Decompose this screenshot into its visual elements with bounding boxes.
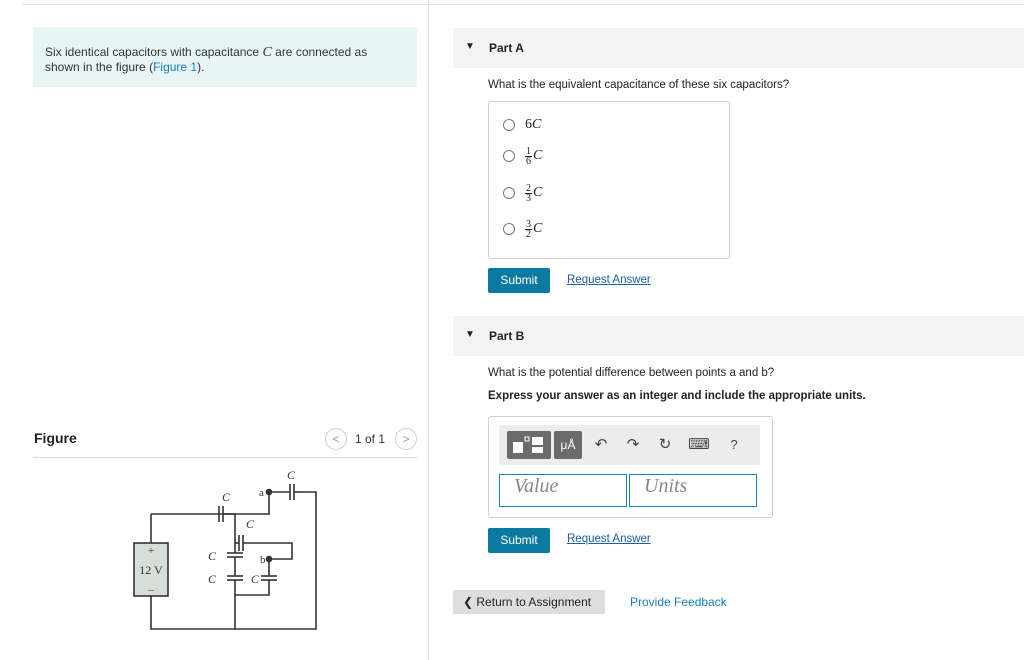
capacitance-symbol: C xyxy=(262,45,272,60)
undo-icon[interactable]: ↶ xyxy=(589,431,613,459)
fraction-numerator: 1 xyxy=(525,145,532,157)
math-toolbar: μÅ ↶ ↷ ↻ ⌨ ? xyxy=(499,425,760,465)
value-placeholder: Value xyxy=(514,475,559,497)
redo-icon[interactable]: ↷ xyxy=(621,431,645,459)
choice-math: 32C xyxy=(525,218,543,240)
collapse-triangle-icon[interactable]: ▼ xyxy=(465,329,475,340)
choice-var: C xyxy=(533,221,543,236)
cap-label-1: C xyxy=(222,490,231,504)
choice-math: 16C xyxy=(525,145,543,167)
part-a-question: What is the equivalent capacitance of th… xyxy=(488,79,790,91)
fraction-numerator: 3 xyxy=(525,218,532,230)
value-input[interactable]: Value xyxy=(499,474,627,507)
cap-label-6: C xyxy=(251,572,260,586)
part-b-header[interactable]: ▼ Part B xyxy=(453,316,1024,356)
cap-label-3: C xyxy=(246,517,255,531)
choice-var: C xyxy=(533,185,543,200)
reset-icon[interactable]: ↻ xyxy=(653,431,677,459)
choice-6c[interactable]: 6C xyxy=(503,114,541,136)
answer-panel: μÅ ↶ ↷ ↻ ⌨ ? Value Units xyxy=(488,416,773,518)
fraction-numerator: 2 xyxy=(525,182,532,194)
battery-label: 12 V xyxy=(139,563,163,577)
units-placeholder: Units xyxy=(644,475,688,497)
radio-button[interactable] xyxy=(503,150,515,162)
part-b-request-answer-link[interactable]: Request Answer xyxy=(567,533,651,545)
cap-label-2: C xyxy=(287,468,296,482)
battery-minus: – xyxy=(147,584,154,596)
cap-label-4: C xyxy=(208,549,217,563)
answer-choices: 6C 16C 23C 32C xyxy=(488,101,730,259)
cap-label-5: C xyxy=(208,572,217,586)
choice-var: C xyxy=(533,148,543,163)
templates-icon xyxy=(513,436,543,453)
keyboard-icon[interactable]: ⌨ xyxy=(687,431,711,459)
top-divider xyxy=(22,4,1024,5)
part-b-title: Part B xyxy=(489,329,525,343)
fraction-denominator: 6 xyxy=(526,155,531,167)
choice-math: 6C xyxy=(525,117,541,133)
fraction-denominator: 2 xyxy=(526,228,531,240)
choice-var: C xyxy=(532,117,542,132)
problem-text-before: Six identical capacitors with capacitanc… xyxy=(45,45,260,59)
collapse-triangle-icon[interactable]: ▼ xyxy=(465,41,475,52)
prev-figure-button[interactable]: < xyxy=(325,428,347,450)
problem-statement: Six identical capacitors with capacitanc… xyxy=(33,27,417,87)
part-a-title: Part A xyxy=(489,41,524,55)
return-to-assignment-button[interactable]: ❮ Return to Assignment xyxy=(453,590,605,614)
next-figure-button[interactable]: > xyxy=(395,428,417,450)
battery-plus: + xyxy=(148,545,154,557)
choice-two-thirds-c[interactable]: 23C xyxy=(503,182,542,204)
part-b-question: What is the potential difference between… xyxy=(488,367,775,379)
choice-math: 23C xyxy=(525,182,543,204)
node-a-label: a xyxy=(259,487,264,499)
figure-pager: 1 of 1 xyxy=(355,432,386,446)
figure-divider xyxy=(33,457,417,458)
provide-feedback-link[interactable]: Provide Feedback xyxy=(630,595,727,609)
part-a-submit-button[interactable]: Submit xyxy=(488,268,550,293)
radio-button[interactable] xyxy=(503,223,515,235)
part-a-header[interactable]: ▼ Part A xyxy=(453,28,1024,68)
units-input[interactable]: Units xyxy=(629,474,757,507)
column-divider xyxy=(428,0,429,660)
figure-link[interactable]: Figure 1 xyxy=(153,60,197,74)
fraction-denominator: 3 xyxy=(526,192,531,204)
circuit-diagram: C C C C C C a b + 12 V – xyxy=(133,468,317,630)
radio-button[interactable] xyxy=(503,187,515,199)
choice-one-sixth-c[interactable]: 16C xyxy=(503,145,542,167)
choice-three-halves-c[interactable]: 32C xyxy=(503,218,542,240)
part-b-instruction: Express your answer as an integer and in… xyxy=(488,390,866,402)
figure-header: Figure < 1 of 1 > xyxy=(33,428,417,458)
units-button[interactable]: μÅ xyxy=(554,431,582,459)
part-a-request-answer-link[interactable]: Request Answer xyxy=(567,274,651,286)
part-b-submit-button[interactable]: Submit xyxy=(488,528,550,553)
templates-button[interactable] xyxy=(507,431,551,459)
radio-button[interactable] xyxy=(503,119,515,131)
figure-title: Figure xyxy=(34,430,77,446)
node-b-label: b xyxy=(260,554,266,566)
choice-whole: 6 xyxy=(525,117,532,132)
help-icon[interactable]: ? xyxy=(722,431,746,459)
